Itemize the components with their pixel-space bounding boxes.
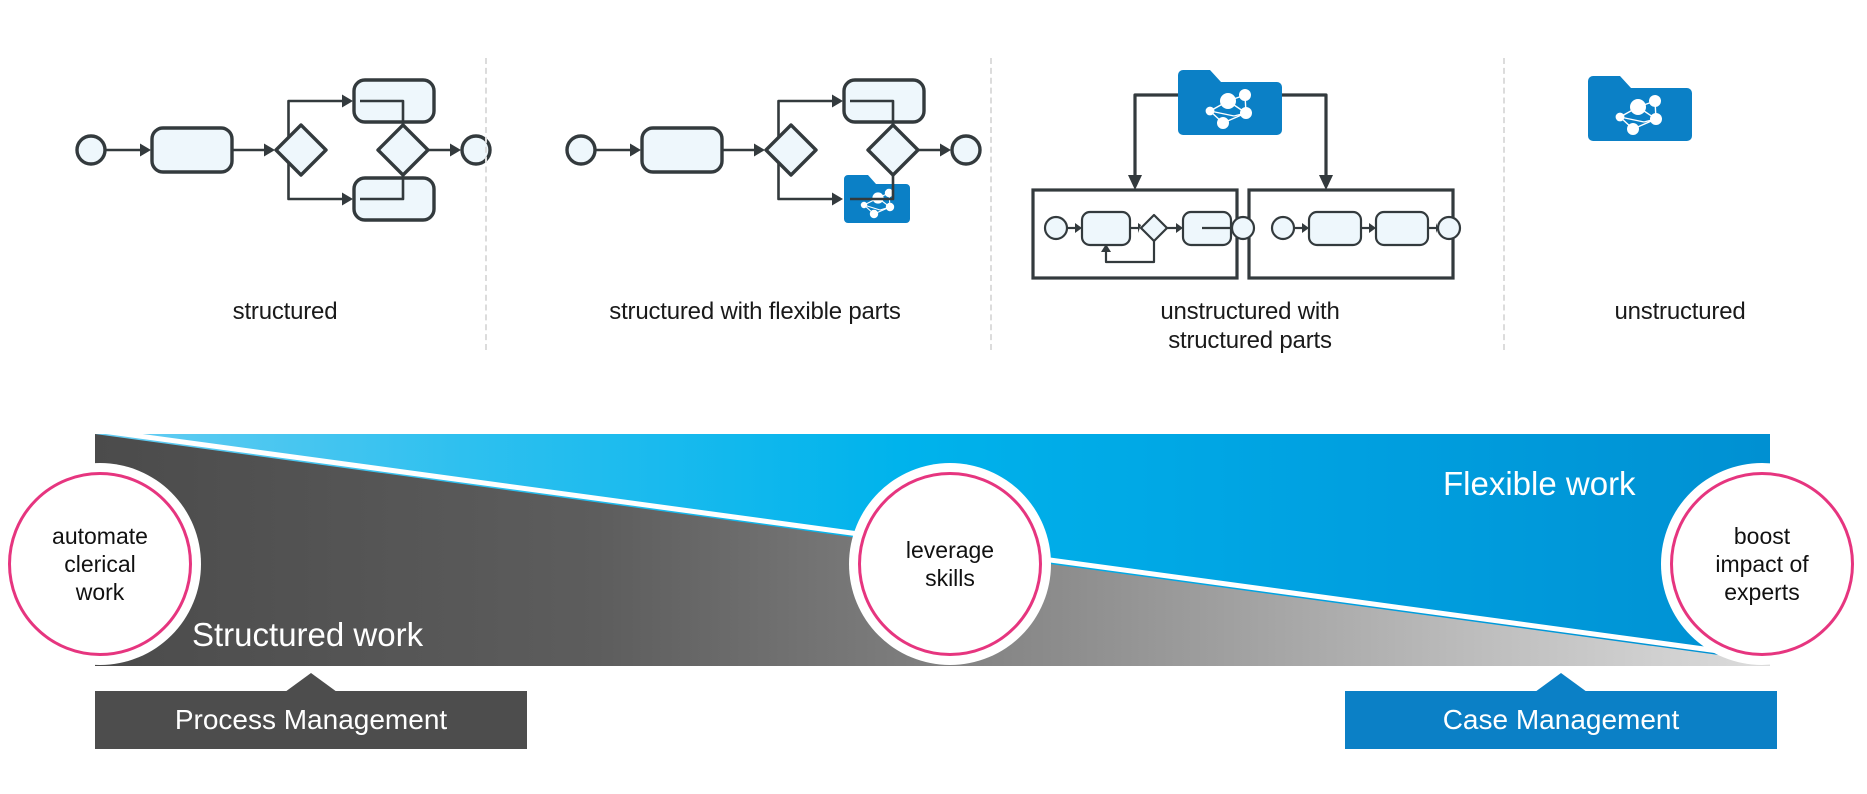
bubble-line-3: experts — [1724, 579, 1800, 605]
bubble-line-1: automate — [52, 523, 148, 549]
bubble-automate-clerical-work[interactable]: automate clerical work — [8, 472, 192, 656]
subprocess-box-a — [1031, 188, 1239, 280]
bubble-boost-impact-of-experts[interactable]: boost impact of experts — [1670, 472, 1854, 656]
callout-case-management[interactable]: Case Management — [1345, 673, 1777, 749]
diagram-canvas: structured structured with flexible part… — [0, 0, 1867, 794]
panel-label-structured-flexible: structured with flexible parts — [609, 298, 901, 325]
panel-divider-2 — [990, 58, 992, 350]
callout-notch — [1535, 673, 1587, 692]
band-label-flexible-work: Flexible work — [1443, 465, 1636, 502]
panel-divider-3 — [1503, 58, 1505, 350]
callout-process-management[interactable]: Process Management — [95, 673, 527, 749]
bubble-line-2: impact of — [1715, 551, 1809, 577]
bubble-line-3: work — [75, 579, 125, 605]
case-folder-icon-top — [1178, 70, 1282, 135]
panel-label-line-2: structured parts — [1168, 327, 1332, 354]
subprocess-a-end-event — [1229, 215, 1259, 246]
subprocess-box-b — [1247, 188, 1462, 280]
panel-label-unstructured-structured: unstructured with structured parts — [1020, 297, 1480, 355]
callout-notch — [285, 673, 337, 692]
panel-unstructured-graphic — [1588, 76, 1694, 146]
bubble-line-2: skills — [925, 565, 975, 591]
panel-label-line-1: unstructured with — [1160, 298, 1340, 325]
case-folder-icon-large — [1588, 76, 1692, 141]
panel-structured-flexible-graphic-right — [850, 80, 990, 220]
bubble-line-1: leverage — [905, 537, 995, 563]
panel-label-unstructured: unstructured — [1614, 298, 1746, 325]
callout-label: Process Management — [95, 691, 527, 749]
band-label-structured-work: Structured work — [192, 616, 424, 653]
panel-label-structured: structured — [232, 298, 338, 325]
callout-label: Case Management — [1345, 691, 1777, 749]
bubble-line-2: clerical — [64, 551, 136, 577]
panel-unstructured-structured-graphic — [1030, 70, 1480, 290]
panel-structured-graphic-right — [360, 80, 500, 220]
bubble-leverage-skills[interactable]: leverage skills — [858, 472, 1042, 656]
bubble-line-1: boost — [1733, 523, 1791, 549]
